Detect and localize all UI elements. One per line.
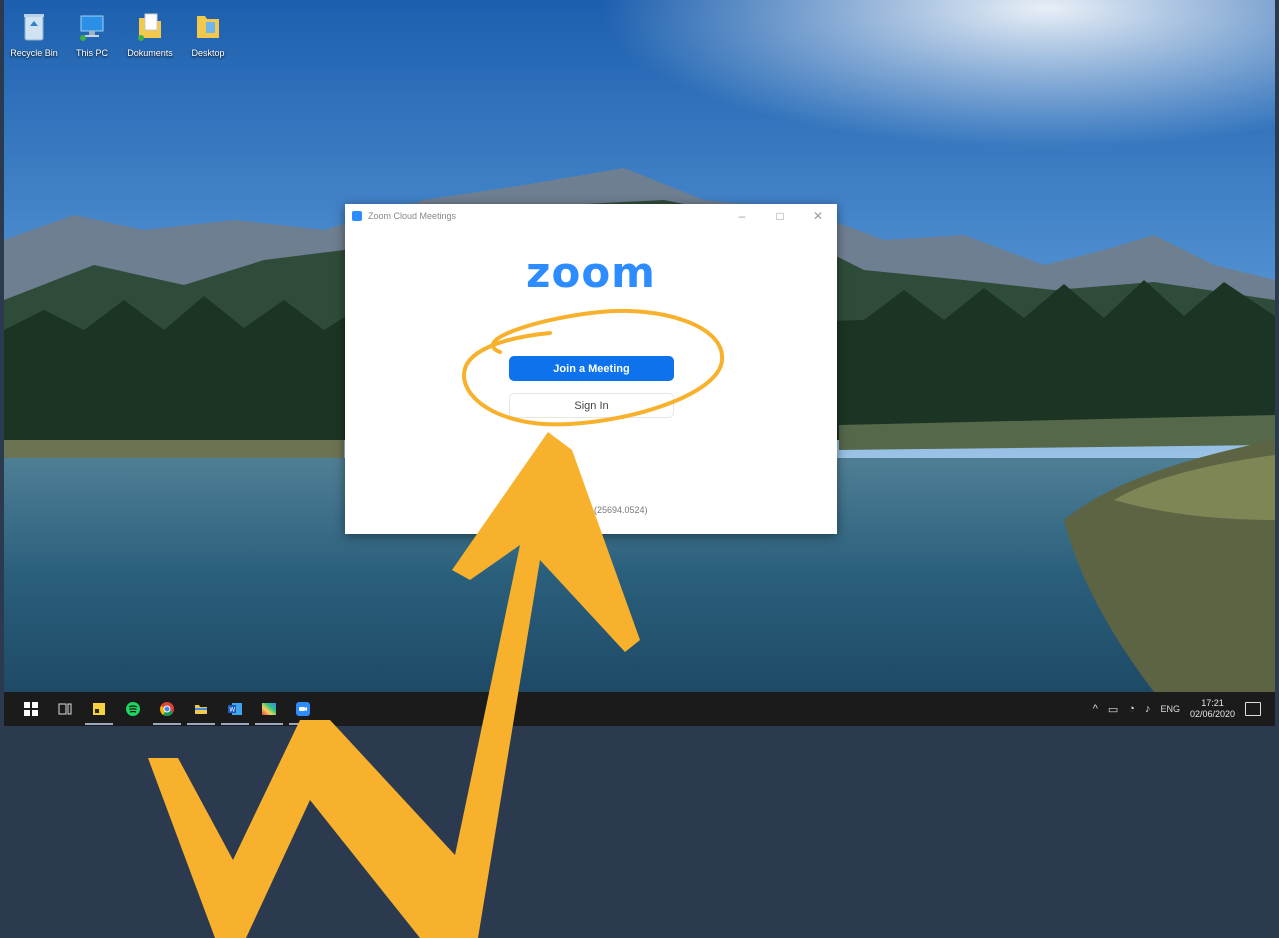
spotify-icon	[126, 702, 140, 716]
svg-text:W: W	[229, 707, 235, 714]
maximize-button[interactable]: □	[761, 204, 799, 228]
recycle-bin-icon	[24, 14, 44, 41]
clock-date: 02/06/2020	[1189, 709, 1235, 719]
desktop-icon-documents[interactable]: Dokuments	[124, 10, 176, 58]
documents-folder-icon	[138, 13, 161, 41]
window-title: Zoom Cloud Meetings	[368, 211, 457, 221]
desktop-screen: Recycle Bin This PC Dokuments Desktop Zo…	[4, 0, 1275, 726]
taskbar-chrome[interactable]	[150, 692, 184, 726]
chrome-icon	[160, 702, 174, 716]
taskbar-sticky-notes[interactable]	[82, 692, 116, 726]
wifi-icon[interactable]: ◔	[1128, 703, 1135, 715]
desktop-icon-recycle-bin[interactable]: Recycle Bin	[8, 10, 60, 58]
word-icon: W	[228, 703, 242, 715]
clock[interactable]: 17:21 02/06/2020	[1190, 698, 1235, 720]
close-button[interactable]: ✕	[799, 204, 837, 228]
notification-center-icon[interactable]	[1245, 702, 1261, 716]
taskbar-file-explorer[interactable]	[184, 692, 218, 726]
windows-logo-icon	[24, 702, 38, 716]
taskbar: W ^ ▭ ◔ ♪ ENG 17:21 02/06/2020	[4, 692, 1275, 726]
desktop-icons: Recycle Bin This PC Dokuments Desktop	[8, 10, 234, 58]
volume-icon[interactable]: ♪	[1145, 703, 1151, 715]
desktop-icon-this-pc[interactable]: This PC	[66, 10, 118, 58]
chevron-up-icon[interactable]: ^	[1093, 703, 1098, 715]
taskbar-zoom[interactable]	[286, 692, 320, 726]
zoom-window: Zoom Cloud Meetings – □ ✕ zoom Join a Me…	[345, 204, 837, 534]
sign-in-button[interactable]: Sign In	[509, 393, 674, 418]
task-view-button[interactable]	[48, 692, 82, 726]
desktop-icon-label: This PC	[75, 48, 108, 58]
gradient-app-icon	[262, 703, 276, 715]
start-button[interactable]	[14, 692, 48, 726]
system-tray: ^ ▭ ◔ ♪ ENG 17:21 02/06/2020	[1093, 692, 1275, 726]
zoom-app-icon	[296, 702, 310, 716]
taskbar-spotify[interactable]	[116, 692, 150, 726]
zoom-logo: zoom	[526, 248, 656, 297]
clock-time: 17:21	[1201, 698, 1224, 708]
desktop-icon-desktop[interactable]: Desktop	[182, 10, 234, 58]
folder-icon	[195, 705, 207, 714]
desktop-icon-label: Recycle Bin	[10, 48, 58, 58]
taskbar-photos[interactable]	[252, 692, 286, 726]
language-indicator[interactable]: ENG	[1160, 704, 1180, 714]
join-meeting-button[interactable]: Join a Meeting	[509, 356, 674, 381]
task-view-icon	[58, 703, 72, 715]
desktop-icon-label: Dokuments	[127, 48, 173, 58]
zoom-app-icon	[352, 211, 362, 221]
computer-icon	[80, 15, 104, 41]
window-titlebar[interactable]: Zoom Cloud Meetings – □ ✕	[345, 204, 837, 228]
sticky-notes-icon	[93, 703, 105, 715]
version-text: (25694.0524)	[594, 505, 648, 515]
desktop-folder-icon	[197, 16, 219, 38]
taskbar-apps: W	[14, 692, 320, 726]
desktop-icon-label: Desktop	[191, 48, 225, 58]
battery-icon[interactable]: ▭	[1108, 703, 1118, 716]
taskbar-word[interactable]: W	[218, 692, 252, 726]
minimize-button[interactable]: –	[723, 204, 761, 228]
